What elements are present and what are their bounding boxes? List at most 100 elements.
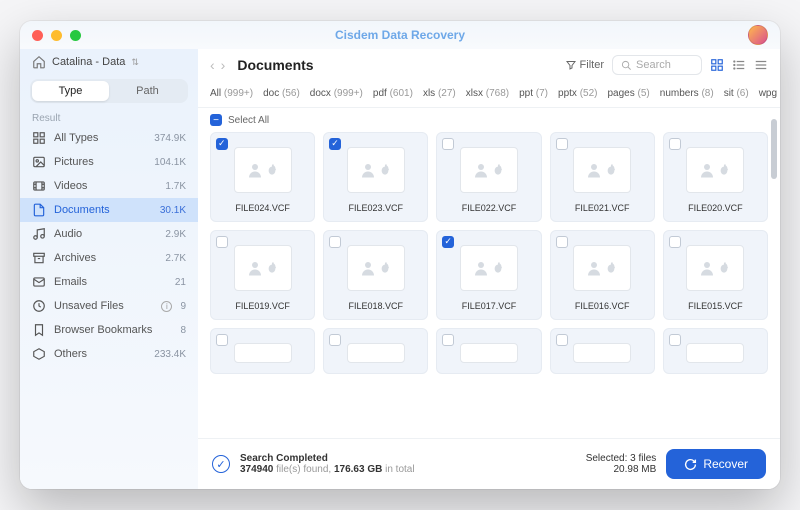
file-name: FILE015.VCF [688, 301, 743, 311]
sidebar-item-emails[interactable]: Emails 21 [20, 270, 198, 294]
seg-path[interactable]: Path [109, 81, 186, 101]
file-checkbox[interactable] [669, 138, 681, 150]
nav-forward[interactable]: › [221, 57, 226, 73]
file-checkbox[interactable] [556, 138, 568, 150]
check-icon: ✓ [212, 455, 230, 473]
avatar[interactable] [748, 25, 768, 45]
file-card[interactable] [436, 328, 541, 374]
tab-pptx[interactable]: pptx (52) [558, 88, 597, 99]
close-button[interactable] [32, 30, 43, 41]
zoom-button[interactable] [70, 30, 81, 41]
file-card[interactable]: FILE017.VCF [436, 230, 541, 320]
tab-sit[interactable]: sit (6) [724, 88, 749, 99]
file-checkbox[interactable] [216, 334, 228, 346]
file-card[interactable]: FILE023.VCF [323, 132, 428, 222]
file-card[interactable]: FILE015.VCF [663, 230, 768, 320]
file-card[interactable]: FILE018.VCF [323, 230, 428, 320]
titlebar: Cisdem Data Recovery [20, 21, 780, 49]
file-checkbox[interactable] [329, 334, 341, 346]
nav-back[interactable]: ‹ [210, 57, 215, 73]
sidebar-item-count: 1.7K [165, 181, 186, 192]
select-all-label: Select All [228, 115, 269, 126]
grid-icon [32, 131, 46, 145]
file-thumbnail [573, 245, 631, 291]
sidebar-item-videos[interactable]: Videos 1.7K [20, 174, 198, 198]
bookmark-icon [32, 323, 46, 337]
sidebar-item-count: 233.4K [154, 349, 186, 360]
file-card[interactable]: FILE021.VCF [550, 132, 655, 222]
refresh-icon [684, 458, 697, 471]
seg-type[interactable]: Type [32, 81, 109, 101]
file-checkbox[interactable] [329, 236, 341, 248]
sidebar-item-label: All Types [54, 132, 146, 144]
file-card[interactable]: FILE019.VCF [210, 230, 315, 320]
file-card[interactable] [323, 328, 428, 374]
tab-ppt[interactable]: ppt (7) [519, 88, 548, 99]
tab-wpg[interactable]: wpg (2) [759, 88, 780, 99]
file-checkbox[interactable] [329, 138, 341, 150]
filter-icon [565, 59, 577, 71]
file-thumbnail [347, 147, 405, 193]
select-all-checkbox[interactable]: − [210, 114, 222, 126]
view-list[interactable] [732, 58, 746, 72]
page-title: Documents [237, 57, 313, 73]
file-checkbox[interactable] [556, 334, 568, 346]
file-card[interactable]: FILE016.VCF [550, 230, 655, 320]
file-checkbox[interactable] [669, 236, 681, 248]
sidebar-item-browser-bookmarks[interactable]: Browser Bookmarks 8 [20, 318, 198, 342]
sidebar-item-documents[interactable]: Documents 30.1K [20, 198, 198, 222]
file-thumbnail [686, 147, 744, 193]
tab-pages[interactable]: pages (5) [608, 88, 650, 99]
file-thumbnail [234, 147, 292, 193]
other-icon [32, 347, 46, 361]
tab-pdf[interactable]: pdf (601) [373, 88, 413, 99]
minimize-button[interactable] [51, 30, 62, 41]
sidebar-item-label: Documents [54, 204, 152, 216]
file-checkbox[interactable] [442, 334, 454, 346]
file-checkbox[interactable] [556, 236, 568, 248]
file-checkbox[interactable] [216, 236, 228, 248]
section-label: Result [20, 109, 198, 126]
sidebar-item-archives[interactable]: Archives 2.7K [20, 246, 198, 270]
recover-button[interactable]: Recover [666, 449, 766, 479]
sidebar-item-label: Pictures [54, 156, 146, 168]
location-selector[interactable]: Catalina - Data ⇅ [20, 49, 198, 75]
file-name: FILE023.VCF [349, 203, 404, 213]
file-checkbox[interactable] [442, 138, 454, 150]
sidebar-item-count: 8 [180, 325, 186, 336]
search-input[interactable]: Search [612, 55, 702, 75]
sidebar-item-pictures[interactable]: Pictures 104.1K [20, 150, 198, 174]
file-checkbox[interactable] [669, 334, 681, 346]
video-icon [32, 179, 46, 193]
view-details[interactable] [754, 58, 768, 72]
sidebar-item-unsaved-files[interactable]: Unsaved Files i 9 [20, 294, 198, 318]
tab-xls[interactable]: xls (27) [423, 88, 456, 99]
sidebar-item-others[interactable]: Others 233.4K [20, 342, 198, 366]
info-icon[interactable]: i [161, 301, 172, 312]
status-text: Search Completed 374940 file(s) found, 1… [240, 453, 415, 475]
file-card[interactable]: FILE024.VCF [210, 132, 315, 222]
tab-doc[interactable]: doc (56) [263, 88, 300, 99]
segmented-control: Type Path [30, 79, 188, 103]
tab-docx[interactable]: docx (999+) [310, 88, 363, 99]
search-icon [621, 60, 632, 71]
picture-icon [32, 155, 46, 169]
file-card[interactable]: FILE022.VCF [436, 132, 541, 222]
tab-numbers[interactable]: numbers (8) [660, 88, 714, 99]
home-icon [32, 55, 46, 69]
scrollbar[interactable] [771, 109, 777, 433]
sidebar-item-audio[interactable]: Audio 2.9K [20, 222, 198, 246]
file-card[interactable] [663, 328, 768, 374]
file-card[interactable]: FILE020.VCF [663, 132, 768, 222]
tab-xlsx[interactable]: xlsx (768) [466, 88, 509, 99]
file-card[interactable] [550, 328, 655, 374]
file-checkbox[interactable] [216, 138, 228, 150]
file-checkbox[interactable] [442, 236, 454, 248]
sidebar-item-count: 2.9K [165, 229, 186, 240]
tab-all[interactable]: All (999+) [210, 88, 253, 99]
view-grid[interactable] [710, 58, 724, 72]
file-card[interactable] [210, 328, 315, 374]
sidebar-item-all-types[interactable]: All Types 374.9K [20, 126, 198, 150]
filter-button[interactable]: Filter [565, 59, 604, 71]
sidebar-item-label: Unsaved Files [54, 300, 156, 312]
